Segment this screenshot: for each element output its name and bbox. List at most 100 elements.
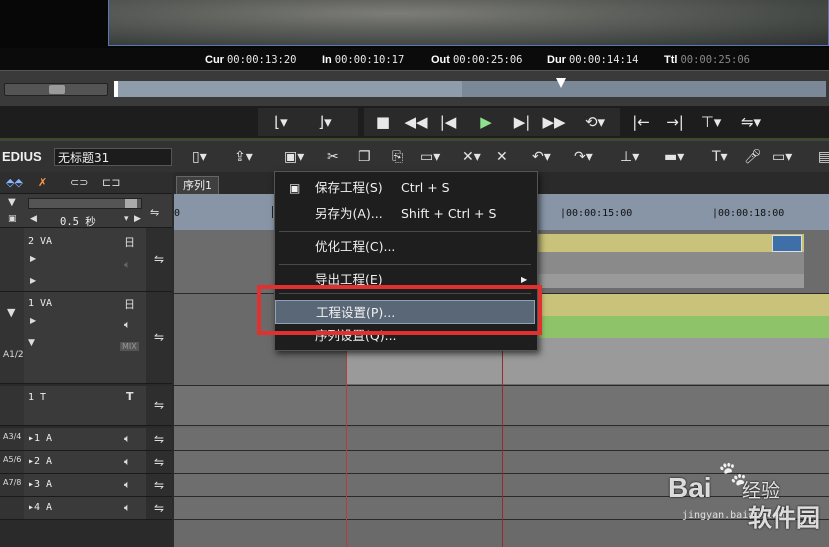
track-name: 1 VA <box>28 298 53 309</box>
app-name: EDIUS <box>2 149 42 164</box>
microphone-icon[interactable]: 🎤︎ <box>744 147 762 167</box>
sync-toggle-icon[interactable]: ⇋ <box>150 206 159 219</box>
tab-sequence1[interactable]: 序列1 <box>176 176 219 195</box>
collapse-icon[interactable]: ▼ <box>28 338 35 348</box>
cut-icon[interactable]: ✂ <box>327 147 339 167</box>
fast-forward-icon[interactable]: ▶▶ <box>540 110 568 134</box>
replace-icon[interactable]: ▭▾ <box>420 147 440 167</box>
position-played <box>114 81 462 97</box>
track-header-1t[interactable]: 1 T T ⇋ <box>0 386 172 426</box>
set-in-icon[interactable]: ⌊▾ <box>266 110 296 134</box>
audio-clip[interactable] <box>534 252 804 274</box>
expand-icon[interactable]: ▶ <box>30 276 36 285</box>
marker-icon[interactable]: ⊥▾ <box>620 147 639 167</box>
track-add-icon[interactable]: ⬘⬘ <box>6 176 23 189</box>
audio-clip-lower[interactable] <box>534 274 804 288</box>
track-patch[interactable]: A7/8 <box>3 478 21 487</box>
set-out-icon[interactable]: ⌋▾ <box>310 110 340 134</box>
menu-item-save-as[interactable]: 另存为(A)... Shift + Ctrl + S <box>275 202 535 226</box>
title-badge[interactable]: T <box>126 390 134 403</box>
in-point-marker <box>114 81 118 97</box>
sync-icon[interactable]: ⊏⊐ <box>102 176 120 189</box>
playhead-marker[interactable] <box>556 78 566 88</box>
output-icon[interactable]: ⇋▾ <box>736 110 766 134</box>
sync-icon[interactable]: ⇋ <box>146 228 172 291</box>
track-header-4a[interactable]: ▸4 A 🔈︎ ⇋ <box>0 497 172 520</box>
speaker-icon[interactable]: 🔈︎ <box>124 501 131 515</box>
track-patch[interactable]: A5/6 <box>3 455 21 464</box>
speaker-icon[interactable]: 🔈︎ <box>124 318 131 332</box>
expand-icon[interactable]: ▶ <box>30 254 36 263</box>
track-header-2va[interactable]: 2 VA 日 ▶ 🔈︎ ▶ ⇋ <box>0 228 172 292</box>
speaker-icon[interactable]: 🔈︎ <box>124 478 131 492</box>
play-icon[interactable]: ▶ <box>474 110 498 134</box>
track-header-2a[interactable]: A5/6 ▸2 A 🔈︎ ⇋ <box>0 451 172 474</box>
speaker-icon[interactable]: 🔈︎ <box>124 455 131 469</box>
shuttle-slider[interactable] <box>4 83 108 96</box>
sync-icon[interactable]: ⇋ <box>146 386 172 425</box>
sync-icon[interactable]: ⇋ <box>146 428 172 450</box>
save-icon[interactable]: ▣▾ <box>284 147 304 167</box>
speaker-icon[interactable]: 🔈︎ <box>124 432 131 446</box>
rewind-icon[interactable]: ◀◀ <box>402 110 430 134</box>
menu-item-save-project[interactable]: ▣ 保存工程(S) Ctrl + S <box>275 176 535 200</box>
expand-icon[interactable]: ▶ <box>30 316 36 325</box>
link-icon[interactable]: ⊂⊃ <box>70 176 88 189</box>
loop-icon[interactable]: ⟲▾ <box>576 110 614 134</box>
preview-video[interactable] <box>108 0 829 46</box>
step-forward-icon[interactable]: ▶| <box>510 110 534 134</box>
zoom-left-icon[interactable]: ◀ <box>30 214 37 224</box>
zoom-dropdown-icon[interactable]: ▾ <box>124 214 129 224</box>
track-side <box>0 228 24 291</box>
lock-icon[interactable]: ▼ <box>7 306 15 319</box>
sync-icon[interactable]: ⇋ <box>146 451 172 473</box>
speaker-icon[interactable]: 🔈︎ <box>124 258 131 272</box>
copy-icon[interactable]: ❐ <box>358 147 371 167</box>
undo-icon[interactable]: ↶▾ <box>532 147 551 167</box>
save-icon: ▣ <box>289 181 301 195</box>
stop-icon[interactable]: ■ <box>372 110 394 134</box>
render-icon[interactable]: ▭▾ <box>772 147 792 167</box>
redo-icon[interactable]: ↷▾ <box>574 147 593 167</box>
track-patch[interactable]: A3/4 <box>3 432 21 441</box>
mix-badge[interactable]: MIX <box>120 342 139 351</box>
storyboard-icon[interactable]: ▬▾ <box>664 147 684 167</box>
step-back-icon[interactable]: |◀ <box>436 110 460 134</box>
menu-item-optimize-project[interactable]: 优化工程(C)... <box>275 235 535 259</box>
next-edit-icon[interactable]: →| <box>660 110 690 134</box>
position-slider[interactable] <box>114 78 826 97</box>
video-clip[interactable] <box>534 294 829 316</box>
audio-clip[interactable] <box>534 316 829 338</box>
watermark-brand: Bai <box>668 472 712 503</box>
delete-icon[interactable]: ✕▾ <box>462 147 481 167</box>
lock-icon[interactable]: ▼ <box>8 197 16 208</box>
sync-icon[interactable]: ⇋ <box>146 292 172 383</box>
video-clip[interactable] <box>534 234 804 252</box>
more-icon[interactable]: ▤ <box>818 147 829 167</box>
shuttle-knob[interactable] <box>49 85 65 94</box>
clip-thumbnail <box>772 235 802 252</box>
new-icon[interactable]: ▯▾ <box>192 147 207 167</box>
title-icon[interactable]: T▾ <box>712 147 728 167</box>
track-name: ▸4 A <box>28 502 53 513</box>
track-header-1a[interactable]: A3/4 ▸1 A 🔈︎ ⇋ <box>0 428 172 451</box>
track-header-1va[interactable]: ▼ A1/2 1 VA 日 ▶ 🔈︎ ▼ MIX ⇋ <box>0 292 172 384</box>
snap-icon[interactable]: ✗ <box>38 176 47 189</box>
timecode-dur: Dur 00:00:14:14 <box>547 54 639 66</box>
open-icon[interactable]: ⇪▾ <box>234 147 253 167</box>
video-badge[interactable]: 日 <box>124 296 135 312</box>
zoom-right-icon[interactable]: ▶ <box>134 214 141 224</box>
zoom-slider[interactable] <box>28 198 142 209</box>
track-patch-a12[interactable]: A1/2 <box>3 350 24 360</box>
split-icon[interactable]: ⊤▾ <box>692 110 730 134</box>
video-badge[interactable]: 日 <box>124 234 135 250</box>
zoom-knob[interactable] <box>125 199 137 208</box>
prev-edit-icon[interactable]: |← <box>626 110 656 134</box>
project-name-field[interactable]: 无标题31 <box>54 148 172 166</box>
sync-icon[interactable]: ⇋ <box>146 497 172 519</box>
sync-icon[interactable]: ⇋ <box>146 474 172 496</box>
ripple-delete-icon[interactable]: ✕ <box>496 147 508 167</box>
paste-icon[interactable]: ⎘ <box>392 147 403 167</box>
track-header-3a[interactable]: A7/8 ▸3 A 🔈︎ ⇋ <box>0 474 172 497</box>
menu-separator <box>279 264 531 265</box>
